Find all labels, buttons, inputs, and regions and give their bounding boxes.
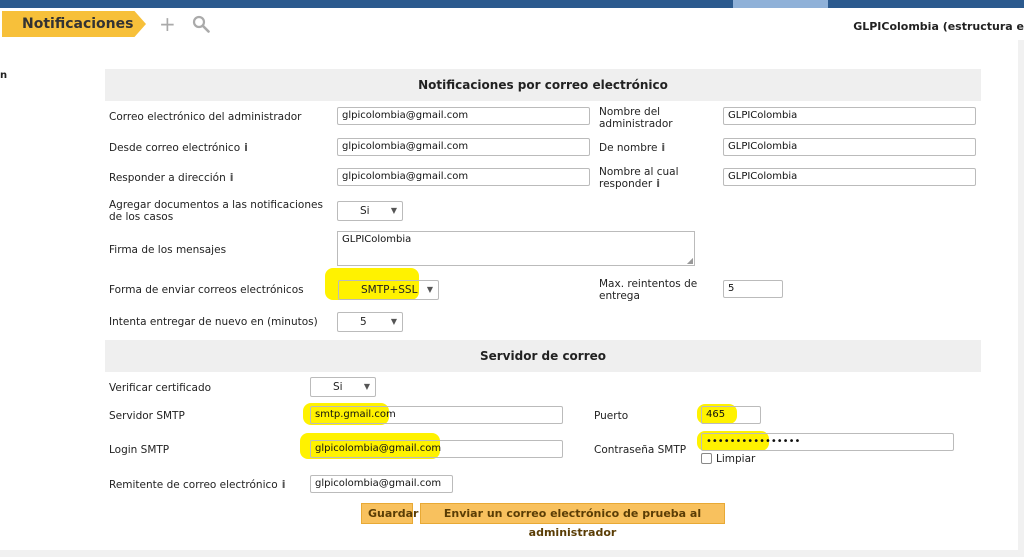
smtp-login-input[interactable]: glpicolombia@gmail.com	[310, 440, 563, 458]
port-input[interactable]: 465	[701, 406, 761, 424]
info-icon[interactable]: i	[282, 478, 286, 491]
top-navigation-bar	[0, 0, 1024, 8]
max-retries-label: Max. reintentos de entrega	[599, 278, 698, 302]
plus-icon[interactable]: +	[159, 14, 176, 34]
reply-to-input[interactable]: glpicolombia@gmail.com	[337, 168, 590, 186]
smtp-password-input[interactable]: ••••••••••••••••	[701, 433, 954, 451]
chevron-down-icon: ▼	[390, 317, 397, 326]
section-header-email: Notificaciones por correo electrónico	[105, 69, 981, 101]
send-method-label: Forma de enviar correos electrónicos	[109, 284, 304, 296]
smtp-server-label: Servidor SMTP	[109, 410, 185, 422]
admin-name-input[interactable]: GLPIColombia	[723, 107, 976, 125]
sidebar-fragment: n	[0, 70, 8, 81]
save-button[interactable]: Guardar	[361, 503, 418, 524]
admin-email-input[interactable]: glpicolombia@gmail.com	[337, 107, 590, 125]
info-icon[interactable]: i	[656, 177, 660, 190]
breadcrumb-notificaciones[interactable]: Notificaciones	[2, 11, 146, 37]
resize-handle-icon[interactable]: ◢	[687, 256, 693, 265]
search-icon[interactable]	[192, 15, 210, 35]
retry-interval-label: Intenta entregar de nuevo en (minutos)	[109, 316, 318, 328]
reply-name-label-row: Nombre al cual responder i	[599, 166, 699, 190]
info-icon[interactable]: i	[661, 141, 665, 154]
sender-label: Remitente de correo electrónico	[109, 479, 278, 491]
chevron-down-icon: ▼	[426, 285, 433, 294]
from-email-label-row: Desde correo electrónico i	[109, 141, 248, 155]
reply-name-input[interactable]: GLPIColombia	[723, 168, 976, 186]
signature-textarea[interactable]: GLPIColombia ◢	[337, 231, 695, 266]
from-email-input[interactable]: glpicolombia@gmail.com	[337, 138, 590, 156]
reply-name-label: Nombre al cual responder	[599, 166, 679, 190]
verify-cert-label: Verificar certificado	[109, 382, 212, 394]
attach-docs-value: Si	[360, 205, 370, 217]
verify-cert-value: Si	[333, 381, 343, 393]
admin-email-label: Correo electrónico del administrador	[109, 111, 302, 123]
toolbar: Notificaciones + GLPIColombia (estructur…	[0, 8, 1024, 40]
attach-docs-label: Agregar documentos a las notificaciones …	[109, 199, 323, 223]
smtp-login-label: Login SMTP	[109, 444, 170, 456]
max-retries-input[interactable]: 5	[723, 280, 783, 298]
top-nav-active-tab[interactable]	[733, 0, 828, 8]
sender-label-row: Remitente de correo electrónico i	[109, 478, 286, 492]
smtp-password-label: Contraseña SMTP	[594, 444, 687, 456]
clear-password-checkbox[interactable]	[701, 453, 712, 464]
section-header-mail-server: Servidor de correo	[105, 340, 981, 372]
port-label: Puerto	[594, 410, 629, 422]
send-method-value: SMTP+SSL	[361, 284, 418, 296]
send-method-select[interactable]: SMTP+SSL ▼	[338, 280, 439, 300]
smtp-server-input[interactable]: smtp.gmail.com	[310, 406, 563, 424]
reply-to-label-row: Responder a dirección i	[109, 171, 234, 185]
from-name-label: De nombre	[599, 142, 658, 154]
signature-label: Firma de los mensajes	[109, 244, 227, 256]
chevron-down-icon: ▼	[390, 206, 397, 215]
info-icon[interactable]: i	[230, 171, 234, 184]
signature-value: GLPIColombia	[342, 234, 412, 245]
send-test-email-button[interactable]: Enviar un correo electrónico de prueba a…	[420, 503, 725, 539]
retry-interval-select[interactable]: 5 ▼	[337, 312, 403, 332]
entity-name[interactable]: GLPIColombia (estructura e	[853, 20, 1024, 33]
verify-cert-select[interactable]: Si ▼	[310, 377, 376, 397]
from-name-label-row: De nombre i	[599, 141, 665, 155]
from-email-label: Desde correo electrónico	[109, 142, 241, 154]
clear-password-label: Limpiar	[716, 453, 756, 465]
admin-name-label: Nombre del administrador	[599, 106, 673, 130]
sender-input[interactable]: glpicolombia@gmail.com	[310, 475, 453, 493]
info-icon[interactable]: i	[244, 141, 248, 154]
reply-to-label: Responder a dirección	[109, 172, 226, 184]
chevron-down-icon: ▼	[363, 382, 370, 391]
from-name-input[interactable]: GLPIColombia	[723, 138, 976, 156]
retry-interval-value: 5	[360, 316, 367, 328]
attach-docs-select[interactable]: Si ▼	[337, 201, 403, 221]
